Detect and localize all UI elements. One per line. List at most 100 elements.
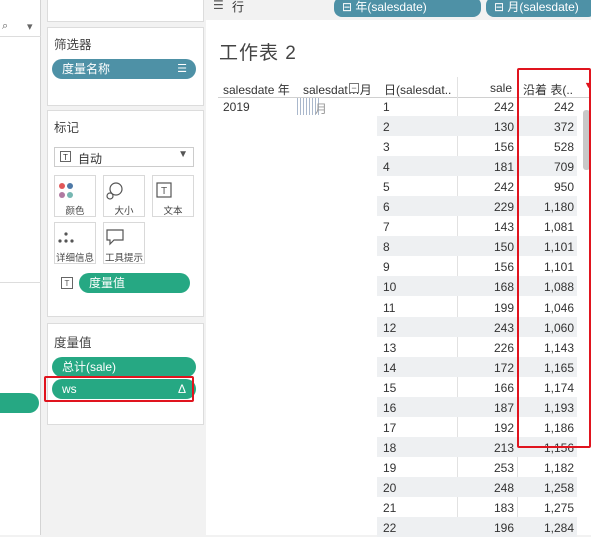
- selected-field-pill[interactable]: [0, 393, 39, 413]
- marks-card: 标记 T 自动 ▼ 颜色 大小 T 文本 详细信息 工具提示 T 度量值: [47, 110, 204, 317]
- day-cell: 11: [383, 300, 396, 315]
- size-icon: [106, 182, 123, 200]
- sale-cell: 248: [493, 480, 514, 495]
- filter-pill-label: 度量名称: [62, 62, 111, 76]
- sale-cell: 168: [493, 280, 514, 295]
- divider: [0, 36, 41, 37]
- filters-title: 筛选器: [54, 38, 92, 52]
- day-cell: 3: [383, 140, 390, 155]
- column-divider: [457, 77, 458, 535]
- ws-cell: 1,275: [543, 501, 574, 515]
- day-cell: 20: [383, 480, 397, 495]
- highlight-box: [517, 68, 591, 448]
- sale-cell: 242: [493, 100, 514, 114]
- day-cell: 1: [383, 100, 390, 114]
- color-button-label: 颜色: [65, 206, 85, 217]
- sale-cell: 172: [493, 360, 514, 375]
- cards-column: 筛选器 度量名称 ☰ 标记 T 自动 ▼ 颜色 大小 T 文本 详细信息 工具提…: [41, 0, 206, 535]
- day-cell: 21: [383, 501, 397, 515]
- day-cell: 16: [383, 400, 397, 415]
- header-month[interactable]: salesdat…月: [303, 81, 372, 98]
- sale-cell: 242: [493, 180, 514, 195]
- size-button-label: 大小: [114, 206, 134, 217]
- text-icon: T: [156, 182, 172, 198]
- text-pill-label: 度量值: [89, 276, 126, 290]
- header-day[interactable]: 日(salesdat..: [384, 81, 451, 98]
- text-type-icon: T: [60, 151, 71, 162]
- day-cell: 4: [383, 160, 390, 175]
- day-cell: 10: [383, 280, 397, 295]
- sale-cell: 243: [493, 320, 514, 335]
- color-button[interactable]: 颜色: [54, 175, 96, 217]
- measure-values-title: 度量值: [54, 336, 92, 350]
- rows-pill-month[interactable]: ⊟ 月(salesdate): [486, 0, 591, 17]
- tooltip-button-label: 工具提示: [104, 253, 143, 264]
- pages-card: [47, 0, 204, 22]
- highlight-box: [44, 376, 194, 402]
- header-sale[interactable]: sale: [490, 81, 512, 95]
- measure-pill-sum-sale[interactable]: 总计(sale): [52, 357, 196, 377]
- sale-cell: 253: [493, 460, 514, 475]
- sale-cell: 156: [493, 260, 514, 275]
- rows-pill-year[interactable]: ⊟ 年(salesdate): [334, 0, 481, 17]
- rows-icon: ☰: [213, 0, 224, 12]
- day-cell: 17: [383, 420, 397, 435]
- day-cell: 2: [383, 120, 390, 135]
- detail-icon: [58, 232, 74, 243]
- measure-values-card: 度量值 总计(sale) ws Δ: [47, 323, 204, 425]
- detail-button[interactable]: 详细信息: [54, 222, 96, 264]
- chevron-down-icon[interactable]: ▾: [27, 20, 33, 33]
- sale-cell: 196: [493, 521, 514, 536]
- detail-button-label: 详细信息: [55, 253, 94, 264]
- size-button[interactable]: 大小: [103, 175, 145, 217]
- text-encoding-icon: T: [61, 277, 73, 289]
- measure-pill-label: 总计(sale): [62, 360, 117, 374]
- data-pane: ⌕ ▾: [0, 0, 41, 535]
- chevron-down-icon: ▼: [178, 149, 188, 160]
- color-icon: [59, 183, 73, 198]
- day-cell: 18: [383, 440, 397, 455]
- rows-shelf: ☰ 行 ⊟ 年(salesdate) ⊟ 月(salesdate): [206, 0, 591, 20]
- search-icon[interactable]: ⌕: [2, 20, 8, 33]
- filter-pill-measure-names[interactable]: 度量名称 ☰: [52, 59, 196, 79]
- year-cell: 2019: [223, 100, 250, 114]
- day-cell: 19: [383, 460, 397, 475]
- sale-cell: 183: [493, 501, 514, 515]
- svg-text:T: T: [161, 186, 167, 197]
- header-year[interactable]: salesdate 年: [223, 81, 290, 98]
- day-cell: 6: [383, 200, 390, 215]
- ws-cell: 1,258: [543, 480, 574, 495]
- sale-cell: 229: [493, 200, 514, 215]
- day-cell: 13: [383, 340, 397, 355]
- sort-icon: ☰: [177, 63, 187, 75]
- text-pill-measure-values[interactable]: 度量值: [79, 273, 190, 293]
- ws-cell: 1,182: [543, 460, 574, 475]
- day-cell: 12: [383, 320, 397, 335]
- day-cell: 7: [383, 220, 390, 235]
- day-cell: 14: [383, 360, 397, 375]
- text-button[interactable]: T 文本: [152, 175, 194, 217]
- sale-cell: 143: [493, 220, 514, 235]
- divider: [0, 282, 41, 283]
- marks-title: 标记: [54, 121, 80, 135]
- mark-type-label: 自动: [78, 152, 103, 166]
- month-cell: 月: [315, 102, 328, 116]
- sale-cell: 213: [493, 440, 514, 455]
- day-cell: 9: [383, 260, 390, 275]
- sale-cell: 199: [493, 300, 514, 315]
- day-cell: 15: [383, 380, 397, 395]
- ws-cell: 1,284: [543, 521, 574, 536]
- tooltip-button[interactable]: 工具提示: [103, 222, 145, 264]
- sale-cell: 150: [493, 240, 514, 255]
- day-cell: 5: [383, 180, 390, 195]
- collapse-icon[interactable]: −: [349, 83, 359, 93]
- rows-label: 行: [232, 0, 245, 14]
- text-button-label: 文本: [163, 206, 183, 217]
- tooltip-icon: [106, 229, 124, 246]
- sale-cell: 156: [493, 140, 514, 155]
- sale-cell: 166: [493, 380, 514, 395]
- worksheet: 工作表 2 salesdate 年 salesdat…月 − 日(salesda…: [206, 20, 591, 537]
- sale-cell: 187: [493, 400, 514, 415]
- sale-cell: 181: [493, 160, 514, 175]
- mark-type-select[interactable]: T 自动 ▼: [54, 147, 194, 167]
